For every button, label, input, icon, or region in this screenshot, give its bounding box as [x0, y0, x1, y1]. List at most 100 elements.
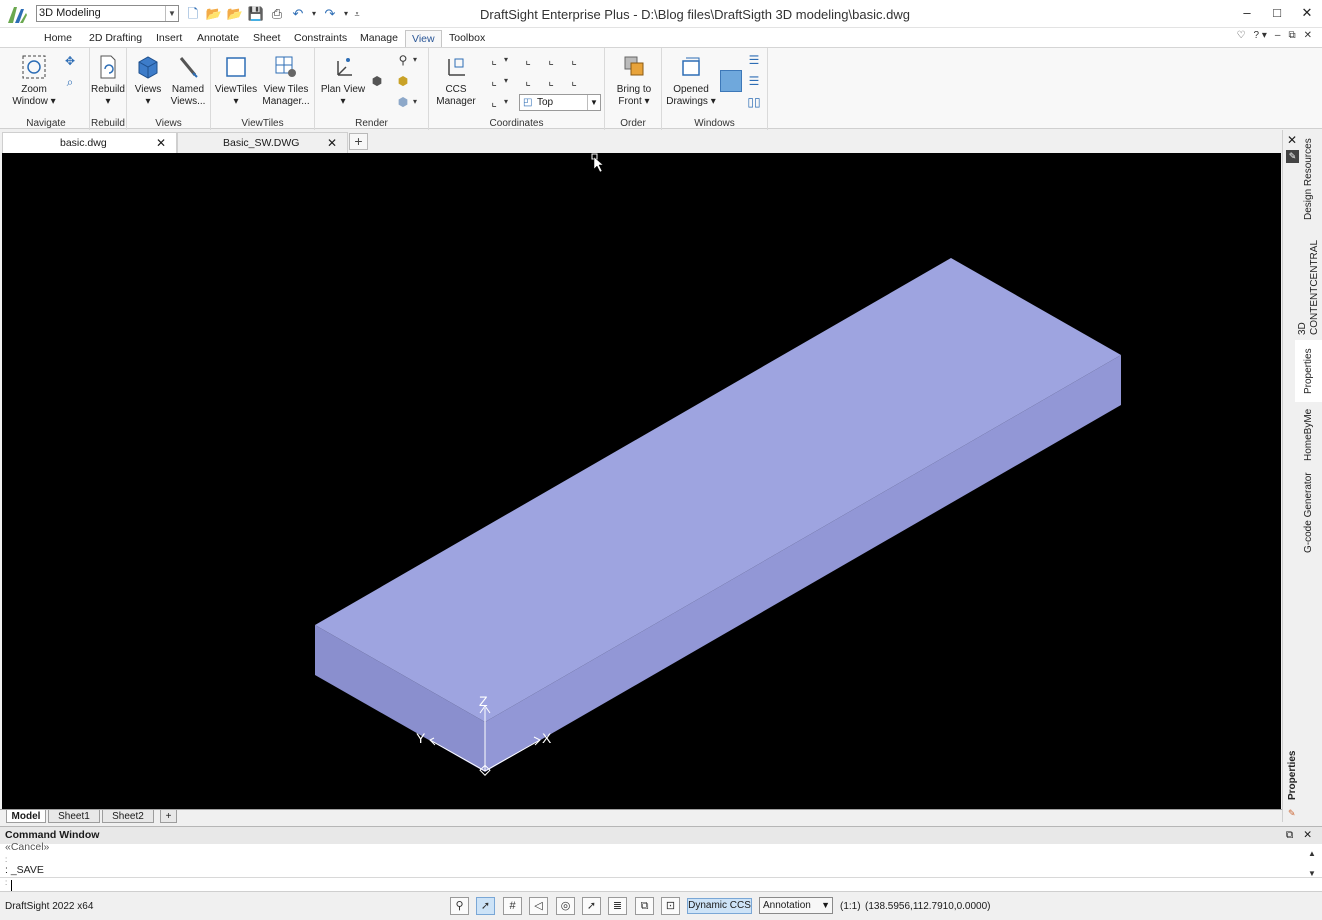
pan-icon[interactable]: ✥: [62, 53, 78, 69]
close-icon[interactable]: ✕: [1303, 827, 1312, 844]
visual-style-icon[interactable]: ⚲: [395, 52, 411, 68]
doc-tab-basic[interactable]: basic.dwg ✕: [2, 132, 177, 153]
ccs-entity-icon[interactable]: ⌞: [486, 94, 502, 110]
views-button[interactable]: Views ▾: [130, 53, 166, 108]
panel-label-order: Order: [620, 118, 646, 129]
minimize-button[interactable]: –: [1232, 0, 1262, 26]
opened-drawings-button[interactable]: Opened Drawings ▾: [665, 53, 717, 108]
quick-input-icon[interactable]: ⧉: [635, 897, 654, 915]
tab-2d-drafting[interactable]: 2D Drafting: [89, 30, 142, 47]
panel-navigate: Zoom Window ▾ ✥ ⌕ Navigate: [3, 48, 90, 130]
ccs-3point-dropdown-icon[interactable]: ▾: [502, 73, 510, 89]
doc-tab-basic-sw[interactable]: Basic_SW.DWG ✕: [177, 132, 348, 153]
tab-home[interactable]: Home: [44, 30, 72, 47]
side-tab-homebyme[interactable]: HomeByMe: [1295, 406, 1322, 463]
model-space-icon[interactable]: ⊡: [661, 897, 680, 915]
tab-annotate[interactable]: Annotate: [197, 30, 239, 47]
ccs-previous-icon[interactable]: ⌞: [520, 52, 536, 68]
tab-view[interactable]: View: [405, 30, 442, 47]
viewtiles-manager-icon: [275, 56, 296, 77]
ccs-x-icon[interactable]: ⌞: [520, 73, 536, 89]
cube-view-icon: [138, 56, 158, 79]
close-icon[interactable]: ✕: [156, 133, 166, 153]
command-window-header: Command Window ⧉ ✕: [0, 827, 1322, 844]
tab-constraints[interactable]: Constraints: [294, 30, 347, 47]
ccs-y-icon[interactable]: ⌞: [543, 73, 559, 89]
side-tab-3d-contentcentral[interactable]: 3D CONTENTCENTRAL: [1295, 230, 1322, 335]
restore-icon[interactable]: ⧉: [1286, 827, 1294, 844]
command-window-controls: ⧉ ✕: [1286, 827, 1312, 844]
ccs-origin-icon[interactable]: ⌞: [543, 52, 559, 68]
sheet-tab-model[interactable]: Model: [6, 810, 46, 823]
ccs-3point-icon[interactable]: ⌞: [486, 73, 502, 89]
add-sheet-button[interactable]: +: [160, 810, 177, 823]
cascade-windows-icon[interactable]: [720, 70, 742, 92]
tile-stack-icon[interactable]: ☰: [746, 73, 762, 89]
bring-to-front-button[interactable]: Bring to Front ▾: [608, 53, 660, 108]
ortho-pointer-icon[interactable]: ⚲: [450, 897, 469, 915]
side-tab-properties[interactable]: Properties: [1295, 340, 1322, 402]
properties-panel-icon[interactable]: ✎: [1288, 808, 1296, 819]
close-ribbon-icon[interactable]: ✕: [1304, 30, 1312, 41]
command-input[interactable]: :: [0, 877, 1322, 892]
close-icon[interactable]: ✕: [327, 133, 337, 153]
opened-drawings-icon: [682, 57, 700, 76]
zoom-window-button[interactable]: Zoom Window ▾: [9, 53, 59, 108]
visual-style-dropdown-icon[interactable]: ▾: [411, 52, 419, 68]
drawing-canvas[interactable]: Z Y X: [2, 153, 1281, 809]
new-tab-button[interactable]: +: [349, 133, 368, 150]
document-tab-bar: basic.dwg ✕ Basic_SW.DWG ✕ +: [0, 130, 1282, 153]
tab-insert[interactable]: Insert: [156, 30, 182, 47]
annotation-scale-select[interactable]: Annotation ▼: [759, 897, 833, 914]
panel-label-viewtiles: ViewTiles: [241, 118, 284, 129]
tile-horizontal-icon[interactable]: ☰: [746, 52, 762, 68]
tile-vertical-icon[interactable]: ▯▯: [746, 94, 762, 110]
panel-viewtiles: ViewTiles ▾ View Tiles Manager... ViewTi…: [211, 48, 315, 130]
model-viewport[interactable]: Z Y X: [2, 153, 1281, 809]
favorite-icon[interactable]: ♡: [1237, 30, 1246, 41]
polar-icon[interactable]: ◁: [529, 897, 548, 915]
dynamic-ccs-toggle[interactable]: Dynamic CCS: [687, 898, 752, 914]
sheet-tab-sheet2[interactable]: Sheet2: [102, 810, 154, 823]
select-cursor-icon[interactable]: ➚: [476, 897, 495, 915]
help-icon[interactable]: ? ▾: [1254, 30, 1267, 41]
side-tab-gcode-generator[interactable]: G-code Generator: [1295, 470, 1322, 556]
named-ccs-select-value: Top: [537, 97, 554, 108]
render-cube-icon[interactable]: ⬢: [395, 73, 411, 89]
viewtiles-manager-button[interactable]: View Tiles Manager...: [261, 53, 311, 108]
restore-button[interactable]: □: [1262, 0, 1292, 26]
ccs-world-icon[interactable]: ⌞: [486, 52, 502, 68]
ccs-zaxis-icon[interactable]: ⌞: [566, 52, 582, 68]
ccs-world-dropdown-icon[interactable]: ▾: [502, 52, 510, 68]
command-window-title: Command Window: [5, 829, 100, 841]
minimize-ribbon-icon[interactable]: –: [1275, 30, 1281, 41]
lineweight-icon[interactable]: ≣: [608, 897, 627, 915]
materials-icon[interactable]: ⬢: [395, 94, 411, 110]
restore-ribbon-icon[interactable]: ⧉: [1288, 30, 1295, 41]
zoom-realtime-icon[interactable]: ⌕: [62, 74, 78, 90]
ccs-entity-dropdown-icon[interactable]: ▾: [502, 94, 510, 110]
tab-manage[interactable]: Manage: [360, 30, 398, 47]
bring-to-front-icon: [624, 56, 644, 76]
shaded-cube-icon[interactable]: ⬢: [369, 73, 385, 89]
command-scrollbar[interactable]: ▲ ▼: [1306, 849, 1318, 878]
properties-panel-tab[interactable]: Properties: [1283, 746, 1303, 804]
viewtiles-button[interactable]: ViewTiles ▾: [214, 53, 258, 108]
close-button[interactable]: ✕: [1292, 0, 1322, 26]
grid-icon[interactable]: #: [503, 897, 522, 915]
sheet-tab-sheet1[interactable]: Sheet1: [48, 810, 100, 823]
views-label: Views: [134, 84, 162, 95]
rebuild-button[interactable]: Rebuild ▾: [90, 53, 126, 108]
side-tab-design-resources[interactable]: Design Resources: [1295, 135, 1322, 223]
ccs-z-icon[interactable]: ⌞: [566, 73, 582, 89]
tab-sheet[interactable]: Sheet: [253, 30, 280, 47]
esnap-icon[interactable]: ◎: [556, 897, 575, 915]
tab-toolbox[interactable]: Toolbox: [449, 30, 485, 47]
ccs-manager-button[interactable]: CCS Manager: [433, 53, 479, 108]
named-ccs-select[interactable]: ◰ Top ▼: [519, 94, 601, 111]
named-views-button[interactable]: Named Views...: [168, 53, 208, 108]
opened-drawings-label-1: Opened: [673, 84, 709, 95]
materials-dropdown-icon[interactable]: ▾: [411, 94, 419, 110]
etrack-icon[interactable]: ➚: [582, 897, 601, 915]
plan-view-button[interactable]: Plan View ▾: [318, 53, 368, 108]
